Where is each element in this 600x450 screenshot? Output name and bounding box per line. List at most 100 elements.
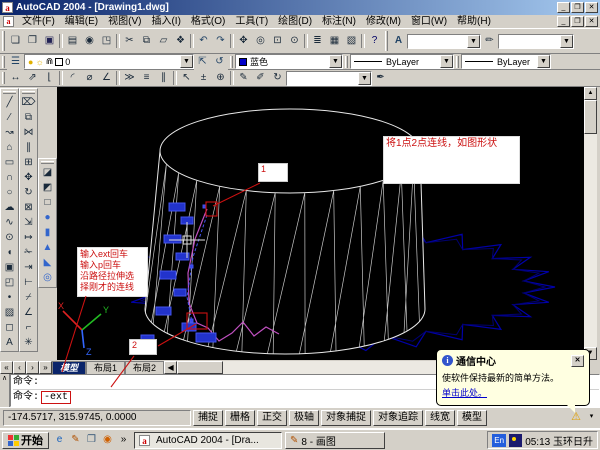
- dim-edit-icon[interactable]: ✎: [235, 70, 252, 86]
- menu-tools[interactable]: 工具(T): [230, 15, 273, 28]
- menu-draw[interactable]: 绘图(D): [273, 15, 317, 28]
- array-icon[interactable]: ⊞: [21, 156, 37, 171]
- ortho-toggle[interactable]: 正交: [257, 410, 287, 426]
- offset-icon[interactable]: ∥: [21, 141, 37, 156]
- tray-status-icon[interactable]: [509, 434, 522, 447]
- chamfer-icon[interactable]: ∠: [21, 306, 37, 321]
- dim-style-flyout-icon[interactable]: ✏: [481, 33, 498, 49]
- scroll-left-icon[interactable]: ◀: [164, 361, 177, 374]
- menu-file[interactable]: 文件(F): [17, 15, 60, 28]
- menu-view[interactable]: 视图(V): [103, 15, 146, 28]
- doc-minimize-button[interactable]: _: [557, 16, 570, 27]
- drawing-canvas[interactable]: X Y Z 输入ext回车 输入p回车 沿路径拉伸选 择刚才的连线 将1点2点连…: [57, 87, 584, 360]
- zoom-window-icon[interactable]: ⊡: [269, 33, 286, 49]
- hatch-icon[interactable]: ▨: [2, 306, 18, 321]
- region-icon[interactable]: ◻: [2, 321, 18, 336]
- dim-angular-icon[interactable]: ∠: [98, 70, 115, 86]
- toolbar-grip[interactable]: [2, 31, 5, 50]
- text-style-combo[interactable]: ▼: [407, 34, 481, 49]
- menu-modify[interactable]: 修改(M): [361, 15, 406, 28]
- center-mark-icon[interactable]: ⊕: [212, 70, 229, 86]
- dim-continue-icon[interactable]: ∥: [155, 70, 172, 86]
- circle-icon[interactable]: ○: [2, 186, 18, 201]
- menu-format[interactable]: 格式(O): [186, 15, 230, 28]
- insert-block-icon[interactable]: ▣: [2, 261, 18, 276]
- vertical-scroll-thumb[interactable]: [584, 100, 597, 134]
- layers-dialog-icon[interactable]: ☰: [7, 54, 24, 70]
- solid-2d-icon[interactable]: ◪: [40, 166, 56, 181]
- close-button[interactable]: ✕: [585, 2, 598, 13]
- move-icon[interactable]: ✥: [21, 171, 37, 186]
- break-at-point-icon[interactable]: ⊢: [21, 276, 37, 291]
- dim-radius-icon[interactable]: ◜: [64, 70, 81, 86]
- dim-diameter-icon[interactable]: ⌀: [81, 70, 98, 86]
- undo-icon[interactable]: ↶: [195, 33, 212, 49]
- make-object-layer-current-icon[interactable]: ⇱: [194, 54, 211, 70]
- designcenter-icon[interactable]: ▦: [326, 33, 343, 49]
- chevron-down-icon[interactable]: ▼: [537, 55, 550, 68]
- dim-style-combo[interactable]: ▼: [286, 71, 372, 86]
- osnap-toggle[interactable]: 对象捕捉: [321, 410, 371, 426]
- save-icon[interactable]: ▣: [41, 33, 58, 49]
- quick-leader-icon[interactable]: ↖: [178, 70, 195, 86]
- mtext-icon[interactable]: A: [2, 336, 18, 351]
- horizontal-scroll-thumb[interactable]: [177, 361, 223, 374]
- polygon-icon[interactable]: ⌂: [2, 141, 18, 156]
- tab-next-icon[interactable]: ›: [26, 361, 39, 374]
- lengthen-icon[interactable]: ↦: [21, 231, 37, 246]
- scale-icon[interactable]: ⊠: [21, 201, 37, 216]
- chevron-down-icon[interactable]: ▼: [467, 35, 480, 48]
- grid-toggle[interactable]: 栅格: [225, 410, 255, 426]
- balloon-close-icon[interactable]: ✕: [571, 355, 584, 367]
- copy-icon[interactable]: ⧉: [21, 111, 37, 126]
- properties-icon[interactable]: ≣: [309, 33, 326, 49]
- taskbar-task-autocad[interactable]: a AutoCAD 2004 - [Dra...: [134, 432, 282, 449]
- taskbar-task-paint[interactable]: ✎ 8 - 画图: [285, 432, 385, 449]
- ellipse-arc-icon[interactable]: ◖: [2, 246, 18, 261]
- publish-icon[interactable]: ◳: [98, 33, 115, 49]
- break-icon[interactable]: ⌿: [21, 291, 37, 306]
- vertical-scrollbar[interactable]: ▲ ▼: [584, 87, 597, 360]
- wedge-icon[interactable]: ◣: [40, 256, 56, 271]
- menu-dimension[interactable]: 标注(N): [317, 15, 361, 28]
- dimension-style-icon[interactable]: ✒: [372, 70, 389, 86]
- toolbar-grip[interactable]: [385, 31, 388, 50]
- toolbar-grip[interactable]: [345, 56, 348, 68]
- doc-close-button[interactable]: ✕: [585, 16, 598, 27]
- torus-icon[interactable]: ◎: [40, 271, 56, 286]
- open-icon[interactable]: ❐: [24, 33, 41, 49]
- show-desktop-icon[interactable]: ❐: [84, 433, 99, 448]
- redo-icon[interactable]: ↷: [212, 33, 229, 49]
- input-language-indicator[interactable]: En: [492, 434, 506, 447]
- dim-style-combo-top[interactable]: ▼: [498, 34, 574, 49]
- polar-toggle[interactable]: 极轴: [289, 410, 319, 426]
- tab-model[interactable]: 模型: [52, 361, 86, 374]
- tab-last-icon[interactable]: »: [39, 361, 52, 374]
- rectangle-icon[interactable]: ▭: [2, 156, 18, 171]
- toolbar-grip[interactable]: [456, 56, 459, 68]
- dim-update-icon[interactable]: ↻: [269, 70, 286, 86]
- toolbar-grip[interactable]: [230, 56, 233, 68]
- chevron-down-icon[interactable]: ▼: [329, 55, 342, 68]
- stretch-icon[interactable]: ⇲: [21, 216, 37, 231]
- restore-button[interactable]: ❐: [571, 2, 584, 13]
- tab-layout2[interactable]: 布局2: [125, 361, 164, 374]
- linetype-combo[interactable]: ByLayer ▼: [350, 54, 454, 69]
- lineweight-toggle[interactable]: 线宽: [425, 410, 455, 426]
- tool-palettes-icon[interactable]: ▧: [343, 33, 360, 49]
- spline-icon[interactable]: ∿: [2, 216, 18, 231]
- scroll-up-icon[interactable]: ▲: [584, 87, 597, 100]
- erase-icon[interactable]: ⌦: [21, 96, 37, 111]
- doc-restore-button[interactable]: ❐: [571, 16, 584, 27]
- face-3d-icon[interactable]: ◩: [40, 181, 56, 196]
- plot-preview-icon[interactable]: ◉: [81, 33, 98, 49]
- toolbar-grip[interactable]: [41, 161, 54, 164]
- plot-icon[interactable]: ▤: [64, 33, 81, 49]
- balloon-link[interactable]: 单击此处。: [442, 386, 584, 399]
- text-style-icon[interactable]: A: [390, 33, 407, 49]
- chevron-down-icon[interactable]: ▼: [440, 55, 453, 68]
- quick-dim-icon[interactable]: ≫: [121, 70, 138, 86]
- paste-icon[interactable]: ▱: [155, 33, 172, 49]
- ie-icon[interactable]: e: [52, 433, 67, 448]
- layer-combo[interactable]: ● ☼ ⋒ 0 ▼: [24, 54, 194, 69]
